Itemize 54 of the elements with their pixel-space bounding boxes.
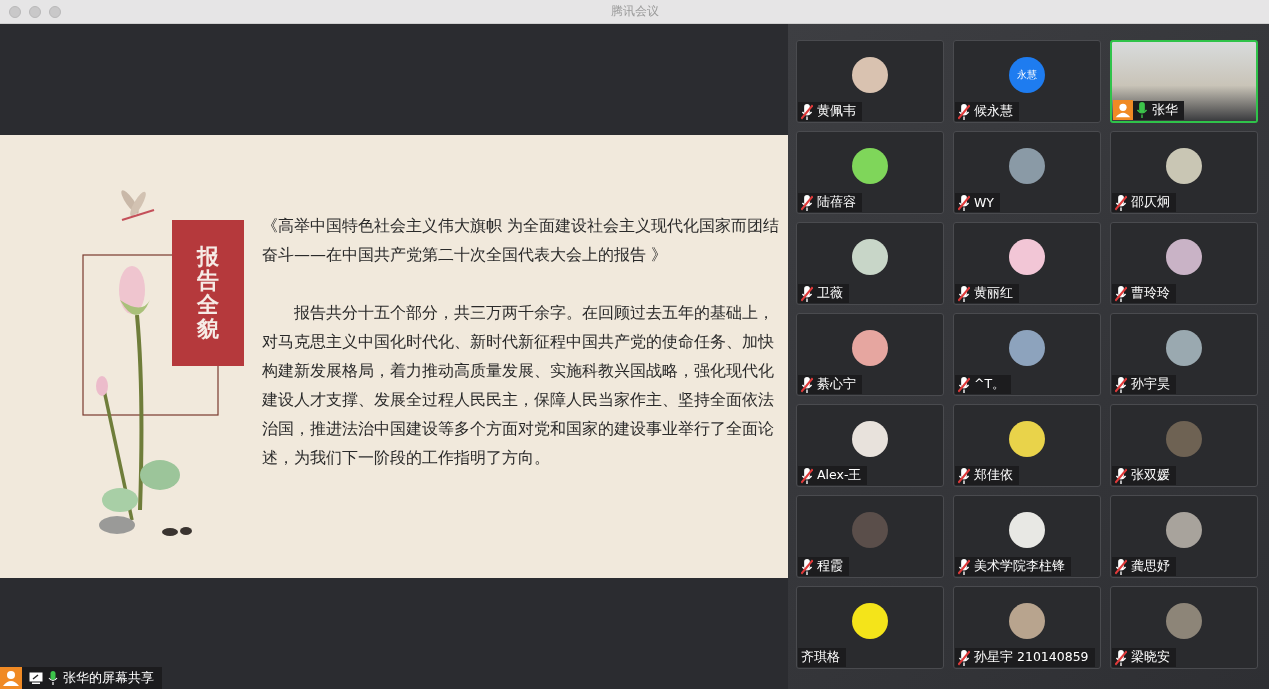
participant-name: 梁晓安 bbox=[1131, 649, 1170, 666]
avatar-placeholder: 永慧 bbox=[1009, 57, 1045, 93]
participant-tile[interactable]: 郑佳依 bbox=[953, 404, 1101, 487]
participant-tile[interactable]: 孙星宇 210140859 bbox=[953, 586, 1101, 669]
participant-tile[interactable]: 黄佩韦 bbox=[796, 40, 944, 123]
participant-tile[interactable]: 邵仄炯 bbox=[1110, 131, 1258, 214]
participant-tile[interactable]: 永慧 候永慧 bbox=[953, 40, 1101, 123]
participant-name: 张双媛 bbox=[1131, 467, 1170, 484]
participant-tile[interactable]: 美术学院李柱锋 bbox=[953, 495, 1101, 578]
participant-tile[interactable]: 綦心宁 bbox=[796, 313, 944, 396]
participant-tile[interactable]: 张双媛 bbox=[1110, 404, 1258, 487]
participant-name: 龚思妤 bbox=[1131, 558, 1170, 575]
report-summary: 报告共分十五个部分，共三万两千余字。在回顾过去五年的基础上，对马克思主义中国化时代化、新时代新征程中国共产党的使命任务、加快构建新发展格局，着力推动高质量发展、实施科教兴国战略，强化现代化建设人才支撑、发展全过程人民民主，保障人民当家作主、坚持全面依法治国，推进法治中国建设等多个方面对党和国家的建设事业举行了全面论述，为我们下一阶段的工作指明了方向。 bbox=[262, 302, 775, 469]
participant-name: 孙宇昊 bbox=[1131, 376, 1170, 393]
participant-tile[interactable]: ^T。 bbox=[953, 313, 1101, 396]
minimize-button[interactable] bbox=[29, 6, 41, 18]
participant-tile[interactable]: 齐琪格 bbox=[796, 586, 944, 669]
person-icon bbox=[0, 667, 22, 689]
participant-name: 郑佳依 bbox=[974, 467, 1013, 484]
participant-name: 卫薇 bbox=[817, 285, 843, 302]
participant-name: 美术学院李柱锋 bbox=[974, 558, 1065, 575]
participant-name: 黄佩韦 bbox=[817, 103, 856, 120]
participant-name: 候永慧 bbox=[974, 103, 1013, 120]
participant-name: 孙星宇 210140859 bbox=[974, 649, 1089, 666]
participant-name: 程霞 bbox=[817, 558, 843, 575]
participant-name: Alex-王 bbox=[817, 467, 862, 484]
screen-share-icon bbox=[29, 672, 43, 684]
participant-tile[interactable]: 梁晓安 bbox=[1110, 586, 1258, 669]
person-icon bbox=[1113, 100, 1133, 120]
participant-tile[interactable]: 龚思妤 bbox=[1110, 495, 1258, 578]
participant-name: 黄丽红 bbox=[974, 285, 1013, 302]
participant-name: ^T。 bbox=[974, 376, 1006, 393]
participant-name: 邵仄炯 bbox=[1131, 194, 1170, 211]
close-button[interactable] bbox=[9, 6, 21, 18]
participant-tile[interactable]: 张华 bbox=[1110, 40, 1258, 123]
participant-name: 曹玲玲 bbox=[1131, 285, 1170, 302]
participant-name: 綦心宁 bbox=[817, 376, 856, 393]
participant-tile[interactable]: WY bbox=[953, 131, 1101, 214]
screen-share-name: 张华的屏幕共享 bbox=[63, 669, 154, 687]
participant-name: WY bbox=[974, 195, 994, 210]
participant-name: 陆蓓容 bbox=[817, 194, 856, 211]
participant-tile[interactable]: 曹玲玲 bbox=[1110, 222, 1258, 305]
slide-heading: 报告全貌 bbox=[172, 220, 244, 366]
participant-name: 齐琪格 bbox=[801, 649, 840, 666]
participant-tile[interactable]: 程霞 bbox=[796, 495, 944, 578]
report-title: 《高举中国特色社会主义伟大旗帜 为全面建设社会主义现代化国家而团结奋斗——在中国共产党第二十次全国代表大会上的报告 》 bbox=[262, 215, 781, 266]
participant-tile[interactable]: 黄丽红 bbox=[953, 222, 1101, 305]
window-title: 腾讯会议 bbox=[610, 3, 659, 20]
participant-name: 张华 bbox=[1152, 101, 1178, 119]
zoom-button[interactable] bbox=[49, 6, 61, 18]
participant-tile[interactable]: 孙宇昊 bbox=[1110, 313, 1258, 396]
participant-tile[interactable]: Alex-王 bbox=[796, 404, 944, 487]
participant-tile[interactable]: 卫薇 bbox=[796, 222, 944, 305]
participant-tile[interactable]: 陆蓓容 bbox=[796, 131, 944, 214]
